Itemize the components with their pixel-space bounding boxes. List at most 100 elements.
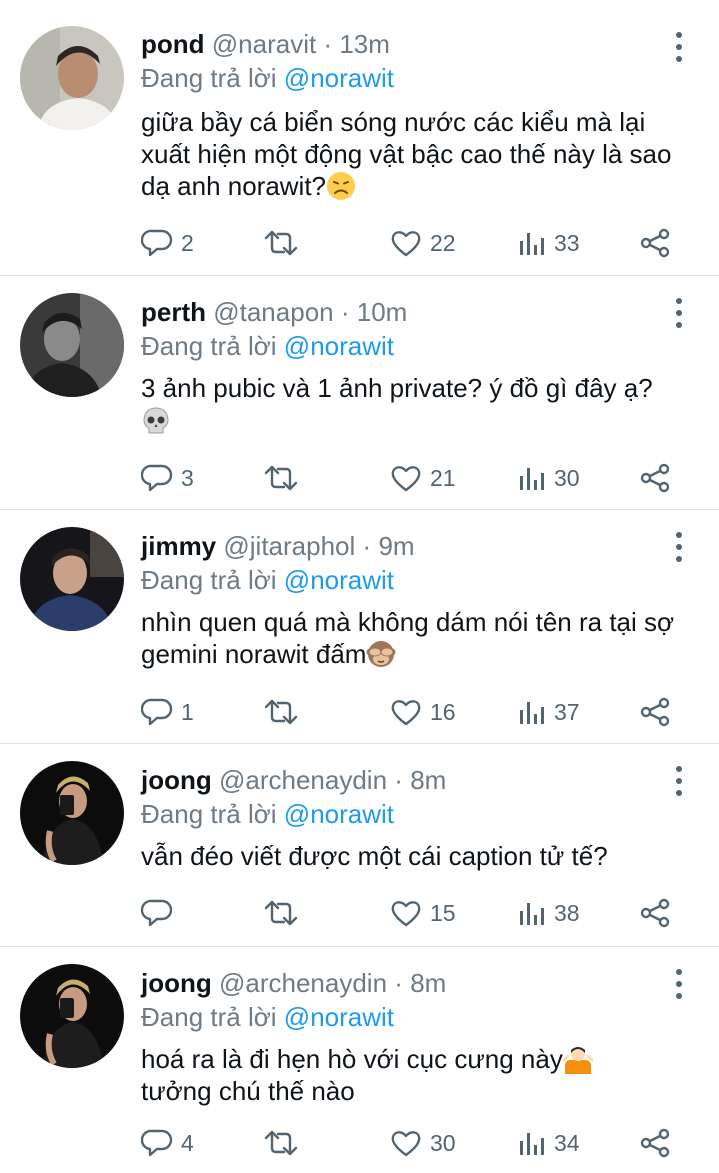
views-button[interactable]: 38 (518, 896, 580, 930)
tweet-text: 3 ảnh pubic và 1 ảnh private? ý đồ gì đâ… (141, 372, 701, 437)
replying-to: Đang trả lời @norawit (141, 564, 394, 596)
share-icon (640, 898, 670, 928)
avatar[interactable] (20, 964, 124, 1068)
like-button[interactable]: 30 (390, 1126, 456, 1160)
tweet-text: nhìn quen quá mà không dám nói tên ra tạ… (141, 606, 701, 670)
avatar[interactable] (20, 26, 124, 130)
display-name[interactable]: joong (141, 765, 212, 795)
user-handle[interactable]: @jitaraphol (223, 531, 355, 561)
user-handle[interactable]: @tanapon (213, 297, 333, 327)
tweet-header: joong @archenaydin · 8m (141, 967, 446, 999)
timestamp[interactable]: 10m (357, 297, 408, 327)
reply-tweet[interactable]: joong @archenaydin · 8m Đang trả lời @no… (0, 744, 719, 947)
replying-to-label: Đang trả lời (141, 63, 277, 93)
dot-separator: · (323, 29, 333, 59)
skull-icon (143, 407, 169, 434)
share-button[interactable] (639, 896, 671, 930)
action-bar: 3 21 30 (141, 461, 686, 495)
retweet-button[interactable] (263, 461, 299, 495)
like-count: 21 (430, 464, 456, 491)
reply-count: 4 (181, 1129, 194, 1156)
timestamp[interactable]: 13m (339, 29, 390, 59)
action-bar: 1 16 37 (141, 695, 686, 729)
like-count: 30 (430, 1129, 456, 1156)
avatar[interactable] (20, 293, 124, 397)
retweet-button[interactable] (263, 1126, 299, 1160)
views-button[interactable]: 37 (518, 695, 580, 729)
heart-icon (391, 1131, 421, 1157)
mention-link[interactable]: @norawit (284, 799, 394, 829)
more-options-icon[interactable] (673, 298, 685, 328)
action-bar: 15 38 (141, 896, 686, 930)
reply-tweet[interactable]: perth @tanapon · 10m Đang trả lời @noraw… (0, 276, 719, 510)
reply-count: 3 (181, 464, 194, 491)
replying-to-label: Đang trả lời (141, 565, 277, 595)
mention-link[interactable]: @norawit (284, 331, 394, 361)
retweet-icon (264, 699, 298, 725)
share-button[interactable] (639, 1126, 671, 1160)
reply-tweet[interactable]: jimmy @jitaraphol · 9m Đang trả lời @nor… (0, 510, 719, 744)
reply-tweet[interactable]: pond @naravit · 13m Đang trả lời @norawi… (0, 0, 719, 276)
display-name[interactable]: perth (141, 297, 206, 327)
reply-icon (141, 464, 173, 492)
person-shrugging-icon (562, 1047, 593, 1074)
display-name[interactable]: jimmy (141, 531, 216, 561)
disappointed-face-icon (327, 172, 356, 200)
reply-button[interactable]: 4 (141, 1126, 194, 1160)
reply-icon (141, 1129, 173, 1157)
share-button[interactable] (639, 226, 671, 260)
tweet-text-content: vẫn đéo viết được một cái caption tử tế? (141, 841, 608, 871)
mention-link[interactable]: @norawit (284, 63, 394, 93)
mention-link[interactable]: @norawit (284, 1002, 394, 1032)
user-handle[interactable]: @archenaydin (219, 765, 387, 795)
like-button[interactable]: 21 (390, 461, 456, 495)
mention-link[interactable]: @norawit (284, 565, 394, 595)
more-options-icon[interactable] (673, 32, 685, 62)
views-chart-icon (520, 903, 544, 925)
reply-button[interactable] (141, 896, 181, 930)
reply-icon (141, 698, 173, 726)
timestamp[interactable]: 8m (410, 765, 446, 795)
like-button[interactable]: 22 (390, 226, 456, 260)
heart-icon (391, 901, 421, 927)
views-button[interactable]: 33 (518, 226, 580, 260)
replying-to-label: Đang trả lời (141, 331, 277, 361)
user-handle[interactable]: @archenaydin (219, 968, 387, 998)
more-options-icon[interactable] (673, 766, 685, 796)
share-button[interactable] (639, 461, 671, 495)
share-button[interactable] (639, 695, 671, 729)
heart-icon (391, 466, 421, 492)
more-options-icon[interactable] (673, 532, 685, 562)
user-handle[interactable]: @naravit (212, 29, 316, 59)
timestamp[interactable]: 8m (410, 968, 446, 998)
dot-separator: · (362, 531, 372, 561)
reply-button[interactable]: 1 (141, 695, 194, 729)
more-options-icon[interactable] (673, 969, 685, 999)
reply-button[interactable]: 3 (141, 461, 194, 495)
share-icon (640, 697, 670, 727)
like-button[interactable]: 16 (390, 695, 456, 729)
dot-separator: · (340, 297, 350, 327)
views-button[interactable]: 30 (518, 461, 580, 495)
view-count: 33 (554, 229, 580, 256)
retweet-button[interactable] (263, 896, 299, 930)
retweet-button[interactable] (263, 695, 299, 729)
display-name[interactable]: joong (141, 968, 212, 998)
tweet-text-line2: tưởng chú thế nào (141, 1076, 355, 1106)
retweet-button[interactable] (263, 226, 299, 260)
like-button[interactable]: 15 (390, 896, 456, 930)
timestamp[interactable]: 9m (378, 531, 414, 561)
views-chart-icon (520, 468, 544, 490)
share-icon (640, 1128, 670, 1158)
avatar[interactable] (20, 527, 124, 631)
tweet-text-content: hoá ra là đi hẹn hò với cục cưng này (141, 1044, 563, 1074)
reply-tweet[interactable]: joong @archenaydin · 8m Đang trả lời @no… (0, 947, 719, 1173)
reply-count: 2 (181, 229, 194, 256)
views-button[interactable]: 34 (518, 1126, 580, 1160)
reply-count: 1 (181, 698, 194, 725)
display-name[interactable]: pond (141, 29, 205, 59)
views-chart-icon (520, 1133, 544, 1155)
reply-feed: pond @naravit · 13m Đang trả lời @norawi… (0, 0, 719, 1173)
reply-button[interactable]: 2 (141, 226, 194, 260)
avatar[interactable] (20, 761, 124, 865)
